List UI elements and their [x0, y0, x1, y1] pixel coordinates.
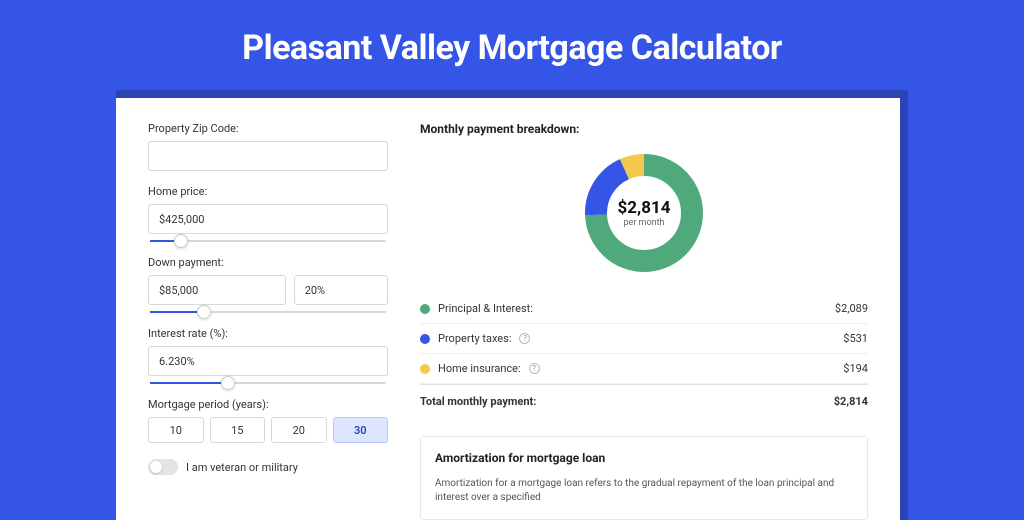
legend-label: Property taxes: [438, 332, 511, 345]
legend-label: Home insurance: [438, 362, 521, 375]
zip-input[interactable] [148, 141, 388, 171]
legend-label: Principal & Interest: [438, 302, 533, 315]
donut-center: $2,814 per month [618, 198, 671, 228]
info-icon[interactable]: ? [519, 333, 530, 344]
info-icon[interactable]: ? [529, 363, 540, 374]
down-payment-label: Down payment: [148, 256, 388, 269]
zip-label: Property Zip Code: [148, 122, 388, 135]
slider-thumb[interactable] [174, 234, 188, 248]
donut-chart: $2,814 per month [583, 152, 705, 274]
donut-amount: $2,814 [618, 198, 671, 218]
down-payment-input[interactable] [148, 275, 286, 305]
legend-row-insurance: Home insurance: ? $194 [420, 354, 868, 384]
toggle-knob [150, 461, 162, 473]
donut-sub: per month [618, 218, 671, 228]
total-label: Total monthly payment: [420, 395, 536, 408]
veteran-row: I am veteran or military [148, 459, 388, 475]
interest-input[interactable] [148, 346, 388, 376]
period-btn-15[interactable]: 15 [210, 417, 266, 443]
dot-icon [420, 304, 430, 314]
donut-chart-wrap: $2,814 per month [420, 152, 868, 274]
home-price-field-group: Home price: [148, 185, 388, 242]
legend-row-total: Total monthly payment: $2,814 [420, 384, 868, 416]
zip-field-group: Property Zip Code: [148, 122, 388, 171]
period-btn-20[interactable]: 20 [271, 417, 327, 443]
period-label: Mortgage period (years): [148, 398, 388, 411]
amortization-text: Amortization for a mortgage loan refers … [435, 477, 853, 505]
interest-slider[interactable] [150, 382, 386, 384]
slider-thumb[interactable] [221, 376, 235, 390]
breakdown-title: Monthly payment breakdown: [420, 122, 868, 136]
dot-icon [420, 334, 430, 344]
page-title: Pleasant Valley Mortgage Calculator [0, 0, 1024, 90]
legend-row-principal: Principal & Interest: $2,089 [420, 294, 868, 324]
home-price-label: Home price: [148, 185, 388, 198]
down-payment-field-group: Down payment: [148, 256, 388, 313]
slider-fill [150, 382, 221, 384]
legend-value: $2,089 [835, 302, 868, 315]
amortization-title: Amortization for mortgage loan [435, 451, 853, 465]
calculator-card: Property Zip Code: Home price: Down paym… [116, 98, 900, 520]
home-price-input[interactable] [148, 204, 388, 234]
amortization-card: Amortization for mortgage loan Amortizat… [420, 436, 868, 520]
legend-value: $194 [843, 362, 868, 375]
slider-fill [150, 240, 174, 242]
veteran-toggle[interactable] [148, 459, 178, 475]
home-price-slider[interactable] [150, 240, 386, 242]
period-field-group: Mortgage period (years): 10 15 20 30 [148, 398, 388, 443]
legend-row-taxes: Property taxes: ? $531 [420, 324, 868, 354]
legend-value: $531 [843, 332, 868, 345]
down-payment-slider[interactable] [150, 311, 386, 313]
form-column: Property Zip Code: Home price: Down paym… [148, 122, 388, 520]
interest-label: Interest rate (%): [148, 327, 388, 340]
slider-thumb[interactable] [197, 305, 211, 319]
veteran-label: I am veteran or military [186, 461, 298, 474]
breakdown-column: Monthly payment breakdown: $2,814 per mo… [420, 122, 868, 520]
dot-icon [420, 364, 430, 374]
period-btn-30[interactable]: 30 [333, 417, 389, 443]
slider-fill [150, 311, 197, 313]
period-btn-10[interactable]: 10 [148, 417, 204, 443]
card-shadow: Property Zip Code: Home price: Down paym… [116, 90, 908, 520]
total-value: $2,814 [834, 395, 868, 408]
interest-field-group: Interest rate (%): [148, 327, 388, 384]
period-row: 10 15 20 30 [148, 417, 388, 443]
down-payment-pct-input[interactable] [294, 275, 388, 305]
